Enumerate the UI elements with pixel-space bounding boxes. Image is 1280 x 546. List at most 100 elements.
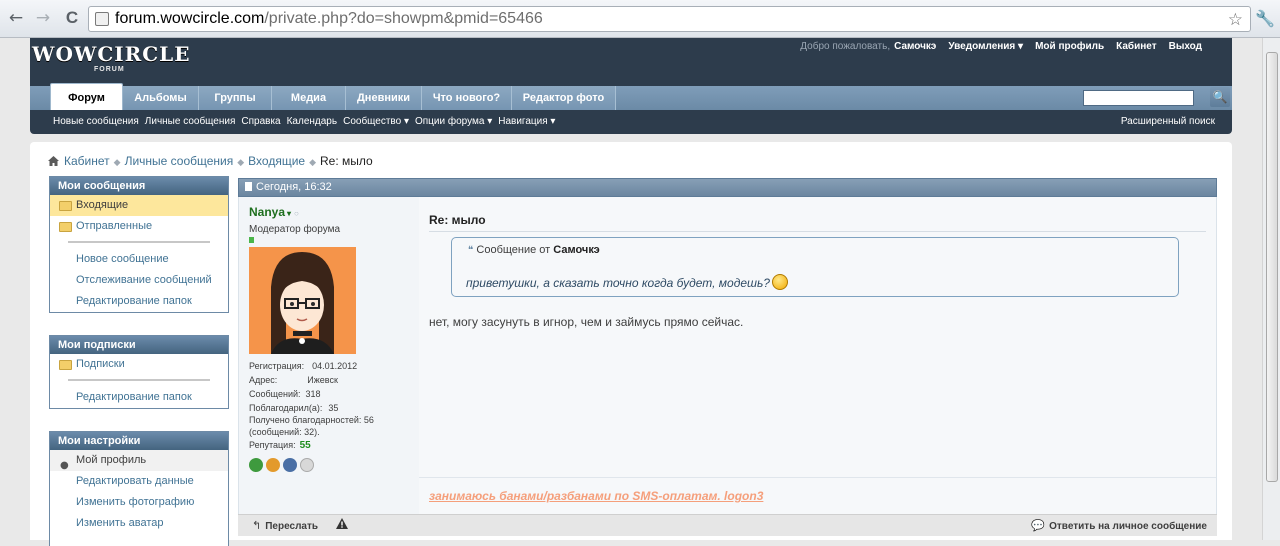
tab-groups[interactable]: Группы xyxy=(199,86,272,110)
quote-header: ❝ Сообщение от Самочкэ xyxy=(468,244,600,256)
breadcrumb: Кабинет ◆ Личные сообщения ◆ Входящие ◆ Re: мы… xyxy=(48,154,373,168)
clover-badge-icon[interactable] xyxy=(249,458,263,472)
post-footer: ↰ Переслать 💬 Ответить на личное сообщение xyxy=(238,514,1217,536)
subnav-forum-options[interactable]: Опции форума ▾ xyxy=(415,116,492,127)
stat-addr-value: Ижевск xyxy=(307,375,338,385)
quote-block: ❝ Сообщение от Самочкэ приветушки, а сказ… xyxy=(451,237,1179,297)
warning-icon[interactable] xyxy=(336,515,348,537)
sidebar-messages-title: Мои сообщения xyxy=(50,177,228,195)
main-tabs: Форум Альбомы Группы Медиа Дневники Что … xyxy=(30,83,1232,110)
site-logo[interactable]: WOWCIRCLE xyxy=(32,42,190,66)
stat-posts-value: 318 xyxy=(305,389,321,399)
divider xyxy=(419,477,1216,478)
tab-whats-new[interactable]: Что нового? xyxy=(422,86,512,110)
logout-link[interactable]: Выход xyxy=(1169,41,1202,52)
scrollbar-thumb[interactable] xyxy=(1266,52,1278,482)
post-body: Re: мыло ❝ Сообщение от Самочкэ приветушк… xyxy=(419,197,1217,514)
breadcrumb-inbox[interactable]: Входящие xyxy=(248,154,305,168)
breadcrumb-separator: ◆ xyxy=(113,157,121,167)
wrench-icon[interactable]: 🔧 xyxy=(1255,9,1275,28)
subnav-help[interactable]: Справка xyxy=(241,116,280,127)
tab-albums[interactable]: Альбомы xyxy=(123,86,199,110)
sidebar-item-profile[interactable]: ● Мой профиль xyxy=(50,450,228,471)
quote-text-row: приветушки, а сказать точно когда будет,… xyxy=(466,271,788,290)
subnav-new-posts[interactable]: Новые сообщения xyxy=(53,116,139,127)
site-header: WOWCIRCLE FORUM Добро пожаловать, Самочкэ… xyxy=(30,38,1232,134)
sidebar-item-edit-folders[interactable]: Редактирование папок xyxy=(50,291,228,312)
home-icon[interactable] xyxy=(48,156,59,166)
person-badge-icon[interactable] xyxy=(283,458,297,472)
search-input[interactable] xyxy=(1083,90,1194,106)
forward-button[interactable]: ↰ Переслать xyxy=(252,515,318,538)
post-header: Сегодня, 16:32 xyxy=(238,178,1217,197)
browser-toolbar: ← → C forum.wowcircle.com/private.php?do… xyxy=(0,0,1280,38)
sidebar-item-change-avatar[interactable]: Изменить аватар xyxy=(50,513,228,534)
sidebar-item-edit-folders[interactable]: Редактирование папок xyxy=(50,387,228,408)
stat-received-line1: Получено благодарностей: 56 xyxy=(249,415,374,425)
subnav-navigation[interactable]: Навигация ▾ xyxy=(498,116,555,127)
forward-icon[interactable]: → xyxy=(33,8,53,28)
page-content: Кабинет ◆ Личные сообщения ◆ Входящие ◆ Re: мы… xyxy=(30,142,1232,546)
sidebar-item-new-message[interactable]: Новое сообщение xyxy=(50,249,228,270)
url-host: forum.wowcircle.com xyxy=(115,10,265,27)
author-name[interactable]: Nanya xyxy=(249,205,285,219)
user-title: Модератор форума xyxy=(249,224,341,235)
document-icon xyxy=(245,182,252,191)
sidebar-item-label: Мой профиль xyxy=(76,454,147,466)
chevron-down-icon[interactable]: ▾ xyxy=(287,209,291,218)
sidebar-item-tracking[interactable]: Отслеживание сообщений xyxy=(50,270,228,291)
breadcrumb-cabinet[interactable]: Кабинет xyxy=(64,154,110,168)
welcome-text: Добро пожаловать, xyxy=(800,41,891,52)
stat-rep-label: Репутация: xyxy=(249,440,296,450)
tab-diaries[interactable]: Дневники xyxy=(346,86,422,110)
reply-button[interactable]: 💬 Ответить на личное сообщение xyxy=(1031,515,1207,538)
page-scrollbar[interactable] xyxy=(1262,38,1280,540)
stat-posts-label: Сообщений: xyxy=(249,389,301,399)
address-bar[interactable]: forum.wowcircle.com/private.php?do=showp… xyxy=(88,6,1251,32)
advanced-search-link[interactable]: Расширенный поиск xyxy=(1121,110,1215,134)
cabinet-link[interactable]: Кабинет xyxy=(1116,41,1156,52)
subnav-private-messages[interactable]: Личные сообщения xyxy=(145,116,236,127)
subnav-calendar[interactable]: Календарь xyxy=(287,116,337,127)
subnav-community[interactable]: Сообщество ▾ xyxy=(343,116,409,127)
back-icon[interactable]: ← xyxy=(6,8,26,28)
sidebar-settings-title: Мои настройки xyxy=(50,432,228,450)
bookmark-star-icon[interactable]: ☆ xyxy=(1228,8,1243,32)
stat-rep-value: 55 xyxy=(299,440,311,451)
divider xyxy=(50,237,228,249)
logo-subtitle: FORUM xyxy=(94,66,125,73)
breadcrumb-private-messages[interactable]: Личные сообщения xyxy=(125,154,234,168)
username-link[interactable]: Самочкэ xyxy=(894,41,936,52)
sidebar-settings: Мои настройки ● Мой профиль Редактироват… xyxy=(49,431,229,546)
folder-icon xyxy=(59,360,72,370)
sidebar-item-edit-data[interactable]: Редактировать данные xyxy=(50,471,228,492)
sidebar-item-inbox[interactable]: Входящие xyxy=(50,195,228,216)
post-date: Сегодня, 16:32 xyxy=(256,181,332,193)
reply-label: Ответить на личное сообщение xyxy=(1049,521,1207,532)
my-profile-link[interactable]: Мой профиль xyxy=(1035,41,1104,52)
award-badges xyxy=(249,458,317,475)
stat-reg-label: Регистрация: xyxy=(249,361,305,371)
sidebar-item-sent[interactable]: Отправленные xyxy=(50,216,228,237)
reload-icon[interactable]: C xyxy=(62,8,82,28)
sidebar-item-change-photo[interactable]: Изменить фотографию xyxy=(50,492,228,513)
disabled-badge-icon[interactable] xyxy=(300,458,314,472)
reply-bubble-icon: 💬 xyxy=(1031,519,1046,532)
stat-addr-label: Адрес: xyxy=(249,375,278,385)
sidebar-item-subscriptions[interactable]: Подписки xyxy=(50,354,228,375)
post-author[interactable]: Nanya ▾ ○ xyxy=(249,205,299,219)
signature-link[interactable]: занимаюсь банами/разбанами по SMS-оплата… xyxy=(429,489,763,503)
avatar[interactable] xyxy=(249,247,356,354)
runner-badge-icon[interactable] xyxy=(266,458,280,472)
breadcrumb-separator: ◆ xyxy=(237,157,245,167)
quote-author[interactable]: Самочкэ xyxy=(553,244,599,256)
offline-status-icon: ○ xyxy=(294,209,299,218)
notifications-link[interactable]: Уведомления ▾ xyxy=(948,41,1023,52)
sidebar-item-label: Входящие xyxy=(76,199,129,211)
stat-thanked-value: 35 xyxy=(328,403,339,413)
forward-arrow-icon: ↰ xyxy=(252,519,262,532)
tab-photo-editor[interactable]: Редактор фото xyxy=(512,86,616,110)
tab-media[interactable]: Медиа xyxy=(272,86,346,110)
tab-forum[interactable]: Форум xyxy=(50,83,123,110)
search-icon[interactable]: 🔍 xyxy=(1210,87,1230,107)
